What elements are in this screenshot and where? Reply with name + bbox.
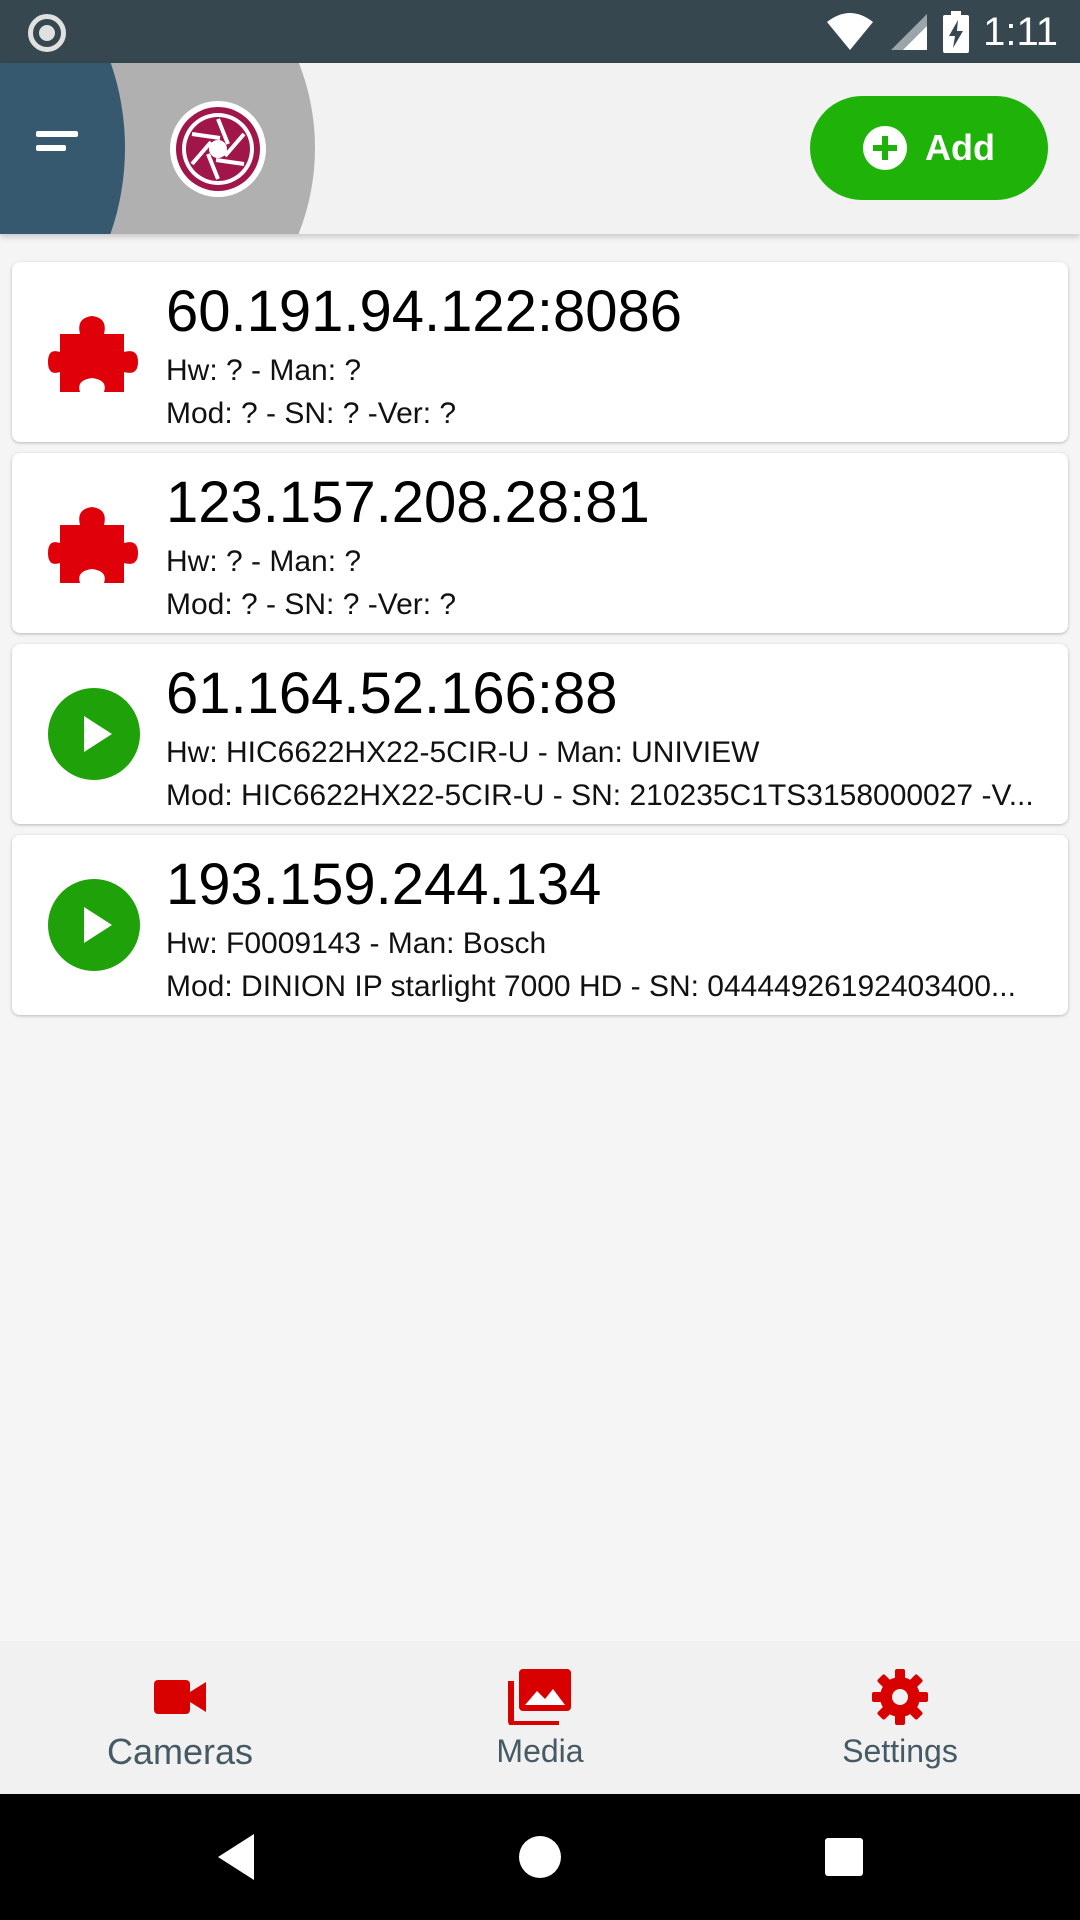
- recents-icon: [825, 1838, 863, 1876]
- battery-charging-icon: [943, 11, 970, 53]
- camera-card[interactable]: 123.157.208.28:81 Hw: ? - Man: ? Mod: ? …: [12, 453, 1068, 633]
- camera-list: 60.191.94.122:8086 Hw: ? - Man: ? Mod: ?…: [12, 262, 1068, 1026]
- camera-hardware-info: Hw: F0009143 - Man: Bosch: [166, 927, 547, 960]
- camera-card[interactable]: 60.191.94.122:8086 Hw: ? - Man: ? Mod: ?…: [12, 262, 1068, 442]
- play-circle-icon[interactable]: [46, 686, 142, 782]
- videocam-icon: [154, 1680, 206, 1714]
- app-logo[interactable]: [170, 101, 266, 197]
- status-icons: 1:11: [825, 8, 1058, 56]
- add-circle-icon: [863, 126, 907, 170]
- nav-settings-label: Settings: [842, 1733, 958, 1769]
- home-button[interactable]: [507, 1824, 573, 1890]
- camera-shutter-logo-icon: [176, 107, 260, 191]
- app-header: Add: [0, 63, 1080, 234]
- wifi-icon: [827, 13, 874, 50]
- camera-model-info: Mod: ? - SN: ? -Ver: ?: [166, 588, 457, 621]
- camera-model-info: Mod: HIC6622HX22-5CIR-U - SN: 210235C1TS…: [166, 779, 1034, 812]
- camera-hardware-info: Hw: HIC6622HX22-5CIR-U - Man: UNIVIEW: [166, 736, 760, 769]
- camera-hardware-info: Hw: ? - Man: ?: [166, 545, 362, 578]
- menu-icon: [36, 131, 78, 151]
- system-navigation-bar: [0, 1794, 1080, 1920]
- record-indicator-icon: [28, 14, 66, 52]
- nav-settings[interactable]: Settings: [720, 1641, 1080, 1794]
- photo-library-icon: [508, 1669, 571, 1725]
- menu-button[interactable]: [30, 123, 86, 173]
- back-button[interactable]: [203, 1824, 269, 1890]
- camera-address: 123.157.208.28:81: [166, 470, 650, 535]
- camera-card[interactable]: 193.159.244.134 Hw: F0009143 - Man: Bosc…: [12, 835, 1068, 1015]
- nav-cameras-label: Cameras: [106, 1731, 254, 1772]
- nav-media[interactable]: Media: [360, 1641, 720, 1794]
- nav-media-label: Media: [496, 1733, 584, 1769]
- camera-address: 193.159.244.134: [166, 852, 602, 917]
- camera-hardware-info: Hw: ? - Man: ?: [166, 354, 362, 387]
- camera-model-info: Mod: ? - SN: ? -Ver: ?: [166, 397, 457, 430]
- add-camera-button[interactable]: Add: [810, 96, 1048, 200]
- clock: 1:11: [983, 9, 1058, 54]
- recents-button[interactable]: [811, 1824, 877, 1890]
- play-circle-icon[interactable]: [46, 877, 142, 973]
- status-bar: 1:11: [0, 0, 1080, 63]
- camera-address: 60.191.94.122:8086: [166, 279, 683, 344]
- signal-icon: [891, 14, 928, 50]
- camera-address: 61.164.52.166:88: [166, 661, 618, 726]
- home-icon: [519, 1836, 561, 1878]
- puzzle-piece-icon: [48, 507, 138, 583]
- nav-cameras[interactable]: Cameras: [0, 1641, 360, 1794]
- add-button-label: Add: [925, 127, 995, 168]
- gear-icon: [872, 1669, 928, 1725]
- puzzle-piece-icon: [48, 316, 138, 392]
- camera-card[interactable]: 61.164.52.166:88 Hw: HIC6622HX22-5CIR-U …: [12, 644, 1068, 824]
- camera-model-info: Mod: DINION IP starlight 7000 HD - SN: 0…: [166, 970, 1016, 1003]
- back-icon: [218, 1834, 254, 1880]
- bottom-navigation: Cameras Media Settings: [0, 1641, 1080, 1794]
